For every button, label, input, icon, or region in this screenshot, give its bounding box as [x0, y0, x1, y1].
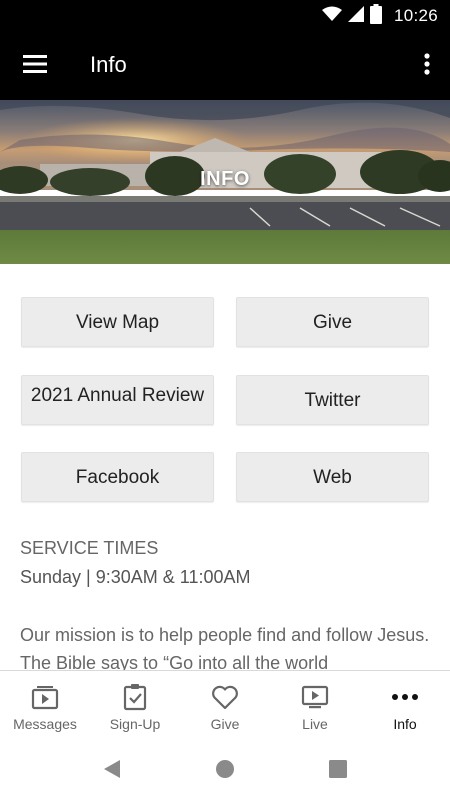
bottom-navigation: Messages Sign-Up Give Live Info [0, 670, 450, 740]
nav-label-sign-up: Sign-Up [109, 716, 161, 732]
service-times-text: Sunday | 9:30AM & 11:00AM [20, 567, 251, 587]
recents-square-icon [329, 759, 347, 783]
mission-text: Our mission is to help people find and f… [20, 625, 430, 670]
nav-item-info[interactable]: Info [360, 671, 450, 741]
nav-label-info: Info [393, 716, 417, 732]
system-recents-button[interactable] [325, 758, 351, 784]
give-label: Give [312, 312, 353, 333]
page-title: Info [90, 52, 127, 77]
live-tv-icon [301, 683, 329, 711]
wifi-icon [321, 6, 342, 27]
menu-button[interactable] [14, 46, 56, 86]
hero-title: INFO [200, 168, 250, 190]
status-icons: 10:26 [321, 3, 438, 29]
view-map-button[interactable]: View Map [21, 297, 214, 347]
system-navigation-bar [0, 740, 450, 800]
app-bar: Info [0, 32, 450, 100]
twitter-button[interactable]: Twitter [236, 375, 429, 425]
signal-icon [347, 5, 364, 27]
system-back-button[interactable] [99, 758, 125, 784]
web-button[interactable]: Web [236, 452, 429, 502]
service-times-heading: SERVICE TIMES [20, 538, 159, 558]
signup-clipboard-icon [121, 683, 149, 711]
status-bar: 10:26 [0, 0, 450, 32]
facebook-label: Facebook [75, 467, 160, 488]
heart-icon [211, 683, 239, 711]
annual-review-button[interactable]: 2021 Annual Review [21, 375, 214, 425]
overflow-menu-button[interactable] [412, 46, 442, 86]
info-content: SERVICE TIMES Sunday | 9:30AM & 11:00AM … [20, 536, 432, 670]
facebook-button[interactable]: Facebook [21, 452, 214, 502]
more-dots-icon [391, 683, 419, 711]
nav-label-give: Give [210, 716, 240, 732]
back-triangle-icon [102, 758, 122, 785]
twitter-label: Twitter [304, 390, 361, 411]
home-circle-icon [215, 759, 235, 784]
give-button[interactable]: Give [236, 297, 429, 347]
annual-review-label: 2021 Annual Review [30, 385, 205, 406]
nav-label-messages: Messages [13, 716, 77, 732]
web-label: Web [313, 467, 352, 488]
hero-banner: INFO [0, 100, 450, 264]
nav-item-give[interactable]: Give [180, 671, 270, 741]
battery-icon [369, 3, 382, 29]
system-home-button[interactable] [212, 758, 238, 784]
clock-time: 10:26 [393, 6, 438, 25]
more-vert-icon [424, 52, 430, 80]
view-map-label: View Map [75, 312, 160, 333]
nav-item-messages[interactable]: Messages [0, 671, 90, 741]
nav-item-sign-up[interactable]: Sign-Up [90, 671, 180, 741]
nav-label-live: Live [302, 716, 328, 732]
messages-icon [31, 683, 59, 711]
nav-item-live[interactable]: Live [270, 671, 360, 741]
hamburger-menu-icon [23, 54, 47, 78]
